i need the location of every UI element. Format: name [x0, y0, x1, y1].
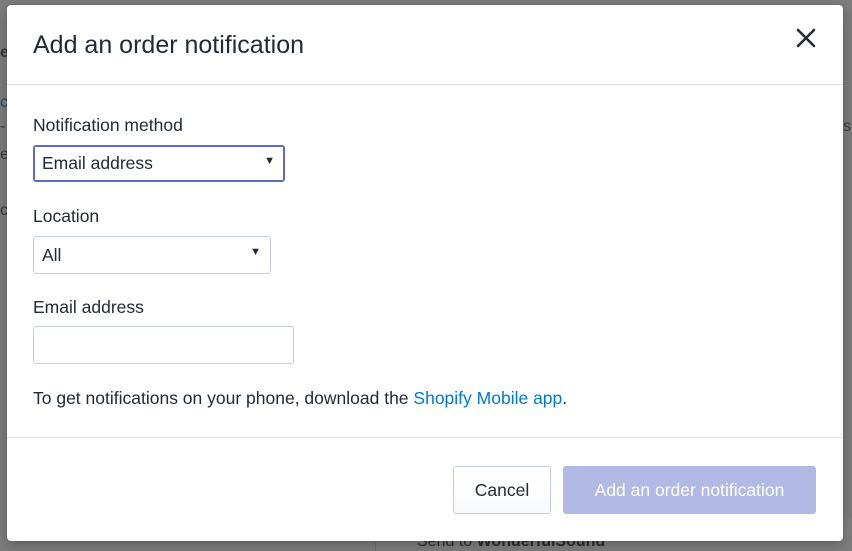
mobile-app-hint: To get notifications on your phone, down…: [33, 388, 567, 409]
chevron-down-icon: ▼: [250, 246, 261, 258]
location-value: All: [42, 244, 62, 265]
close-button[interactable]: [795, 27, 817, 49]
background-text: s: [843, 118, 851, 135]
close-icon: [796, 28, 816, 48]
hint-suffix: .: [562, 388, 568, 408]
shopify-mobile-app-link[interactable]: Shopify Mobile app: [413, 388, 562, 408]
add-order-notification-modal: Add an order notification Notification m…: [7, 5, 843, 541]
background-text: -: [0, 118, 6, 135]
modal-footer: Cancel Add an order notification: [7, 437, 843, 541]
email-address-label: Email address: [33, 297, 144, 317]
modal-header: Add an order notification: [7, 5, 843, 85]
chevron-down-icon: ▼: [264, 155, 275, 167]
modal-title: Add an order notification: [33, 31, 305, 59]
notification-method-value: Email address: [42, 153, 153, 173]
notification-method-label: Notification method: [33, 115, 183, 135]
notification-method-select[interactable]: Email address ▼: [33, 145, 285, 182]
hint-text: To get notifications on your phone, down…: [33, 388, 409, 408]
location-label: Location: [33, 206, 100, 226]
add-order-notification-button[interactable]: Add an order notification: [563, 466, 816, 514]
email-address-input[interactable]: [33, 326, 294, 364]
cancel-button[interactable]: Cancel: [453, 466, 551, 514]
location-select[interactable]: All ▼: [33, 236, 271, 274]
